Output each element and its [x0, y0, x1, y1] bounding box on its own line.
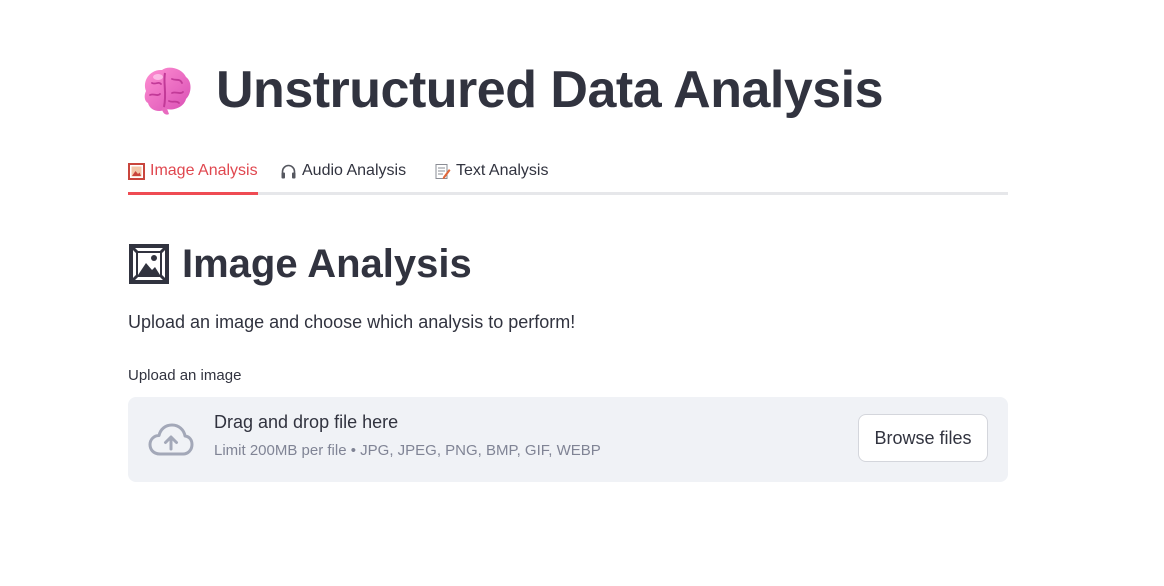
- tab-label: Text Analysis: [456, 162, 549, 179]
- tab-label: Image Analysis: [150, 162, 258, 179]
- upload-label: Upload an image: [128, 367, 242, 384]
- tab-image-analysis[interactable]: Image Analysis: [128, 150, 258, 195]
- browse-files-button[interactable]: Browse files: [858, 414, 988, 462]
- memo-icon: [434, 163, 451, 180]
- tab-bar: Image Analysis Audio Analysis Text Analy…: [128, 150, 1008, 196]
- section-description: Upload an image and choose which analysi…: [128, 312, 576, 332]
- framed-picture-icon: [128, 162, 145, 180]
- app-page: Unstructured Data Analysis Image Analysi…: [0, 0, 1164, 586]
- brain-icon: [136, 61, 194, 119]
- tab-label: Audio Analysis: [302, 162, 407, 179]
- dropzone-text: Drag and drop file here Limit 200MB per …: [214, 412, 601, 459]
- dropzone-instructions: Drag and drop file here: [214, 412, 399, 432]
- tab-audio-analysis[interactable]: Audio Analysis: [280, 150, 406, 192]
- tab-text-analysis[interactable]: Text Analysis: [434, 150, 548, 192]
- tab-rail: [128, 192, 1008, 195]
- framed-picture-icon: [128, 243, 170, 285]
- file-dropzone[interactable]: Drag and drop file here Limit 200MB per …: [128, 397, 1008, 482]
- dropzone-limit: Limit 200MB per file • JPG, JPEG, PNG, B…: [214, 442, 601, 459]
- app-title-text: Unstructured Data Analysis: [216, 61, 884, 119]
- cloud-upload-icon: [148, 423, 194, 457]
- section-title: Image Analysis: [128, 236, 472, 292]
- app-title: Unstructured Data Analysis: [136, 56, 884, 124]
- headphones-icon: [280, 163, 297, 180]
- section-title-text: Image Analysis: [182, 241, 472, 286]
